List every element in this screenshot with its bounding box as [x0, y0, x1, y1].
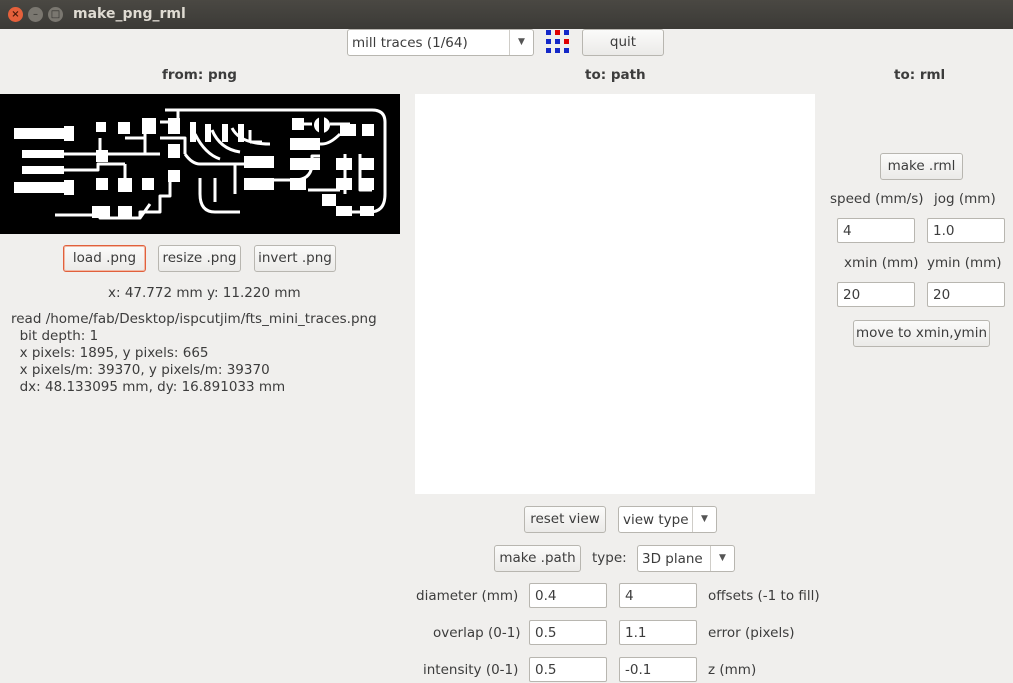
- reset-view-button[interactable]: reset view: [524, 506, 606, 533]
- from-png-heading: from: png: [162, 67, 237, 83]
- path-preview-canvas[interactable]: [415, 94, 815, 494]
- z-input[interactable]: [619, 657, 697, 682]
- chevron-down-icon: ▼: [509, 30, 533, 55]
- path-type-select[interactable]: 3D plane ▼: [637, 545, 735, 572]
- diameter-input[interactable]: [529, 583, 607, 608]
- z-label: z (mm): [708, 662, 757, 678]
- overlap-label: overlap (0-1): [433, 625, 521, 641]
- process-select-value: mill traces (1/64): [352, 35, 468, 51]
- overlap-input[interactable]: [529, 620, 607, 645]
- jog-input[interactable]: [927, 218, 1005, 243]
- error-label: error (pixels): [708, 625, 795, 641]
- offsets-label: offsets (-1 to fill): [708, 588, 820, 604]
- window-title: make_png_rml: [73, 6, 186, 22]
- png-preview: [0, 94, 400, 234]
- info-line: bit depth: 1: [11, 328, 99, 344]
- close-icon[interactable]: ×: [8, 7, 23, 22]
- speed-input[interactable]: [837, 218, 915, 243]
- quit-button[interactable]: quit: [582, 29, 664, 56]
- info-line: x pixels: 1895, y pixels: 665: [11, 345, 209, 361]
- grid-icon[interactable]: [545, 29, 571, 55]
- to-path-heading: to: path: [585, 67, 646, 83]
- pcb-trace-image: [14, 108, 387, 220]
- view-type-value: view type: [623, 512, 689, 528]
- intensity-label: intensity (0-1): [423, 662, 519, 678]
- ymin-input[interactable]: [927, 282, 1005, 307]
- png-info-block: read /home/fab/Desktop/ispcutjim/fts_min…: [11, 311, 377, 396]
- maximize-icon[interactable]: □: [48, 7, 63, 22]
- info-line: x pixels/m: 39370, y pixels/m: 39370: [11, 362, 270, 378]
- intensity-input[interactable]: [529, 657, 607, 682]
- move-to-xmin-ymin-button[interactable]: move to xmin,ymin: [853, 320, 990, 347]
- view-type-select[interactable]: view type ▼: [618, 506, 717, 533]
- jog-label: jog (mm): [934, 191, 996, 207]
- path-type-value: 3D plane: [642, 551, 703, 567]
- speed-label: speed (mm/s): [830, 191, 924, 207]
- load-png-button[interactable]: load .png: [63, 245, 146, 272]
- title-bar: × – □ make_png_rml: [0, 0, 1013, 29]
- invert-png-button[interactable]: invert .png: [254, 245, 336, 272]
- chevron-down-icon: ▼: [692, 507, 716, 532]
- ymin-label: ymin (mm): [927, 255, 1002, 271]
- info-line: dx: 48.133095 mm, dy: 16.891033 mm: [11, 379, 286, 395]
- type-label: type:: [592, 550, 627, 566]
- process-select[interactable]: mill traces (1/64) ▼: [347, 29, 534, 56]
- minimize-icon[interactable]: –: [28, 7, 43, 22]
- resize-png-button[interactable]: resize .png: [158, 245, 241, 272]
- error-input[interactable]: [619, 620, 697, 645]
- png-size-readout: x: 47.772 mm y: 11.220 mm: [108, 285, 301, 301]
- to-rml-heading: to: rml: [894, 67, 946, 83]
- xmin-input[interactable]: [837, 282, 915, 307]
- diameter-label: diameter (mm): [416, 588, 519, 604]
- xmin-label: xmin (mm): [844, 255, 919, 271]
- chevron-down-icon: ▼: [710, 546, 734, 571]
- make-rml-button[interactable]: make .rml: [880, 153, 963, 180]
- make-path-button[interactable]: make .path: [494, 545, 581, 572]
- info-line: read /home/fab/Desktop/ispcutjim/fts_min…: [11, 311, 377, 327]
- offsets-input[interactable]: [619, 583, 697, 608]
